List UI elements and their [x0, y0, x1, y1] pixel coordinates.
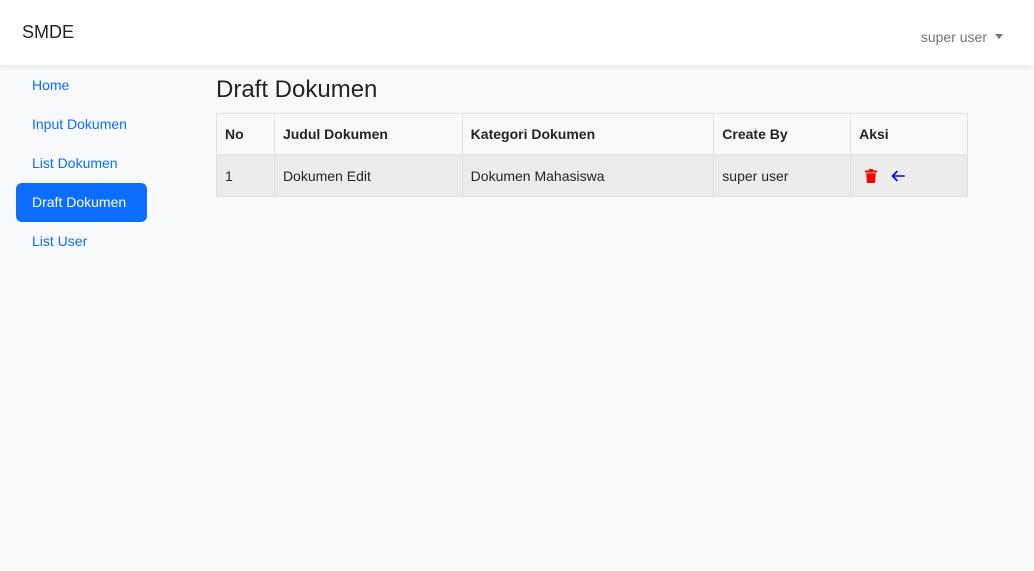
- header-judul: Judul Dokumen: [273, 113, 463, 155]
- cell-no: 1: [216, 154, 275, 197]
- user-menu-dropdown[interactable]: super user: [921, 29, 1003, 45]
- cell-kategori: Dokumen Mahasiswa: [461, 154, 715, 197]
- header-kategori: Kategori Dokumen: [461, 113, 715, 155]
- sidebar: Home Input Dokumen List Dokumen Draft Do…: [16, 66, 147, 261]
- cell-judul: Dokumen Edit: [273, 154, 463, 197]
- sidebar-item-list-user[interactable]: List User: [16, 222, 147, 261]
- page-title: Draft Dokumen: [216, 76, 378, 103]
- sidebar-item-home[interactable]: Home: [16, 66, 147, 105]
- cell-create-by: super user: [713, 154, 852, 197]
- arrow-left-icon[interactable]: [891, 170, 905, 182]
- user-menu-label: super user: [920, 29, 987, 45]
- sidebar-item-input-dokumen[interactable]: Input Dokumen: [16, 105, 147, 144]
- cell-aksi: [850, 154, 968, 197]
- header-no: No: [216, 113, 275, 155]
- header-aksi: Aksi: [850, 113, 968, 155]
- trash-icon[interactable]: [865, 168, 878, 183]
- table-row: 1 Dokumen Edit Dokumen Mahasiswa super u…: [216, 154, 968, 197]
- top-navbar: SMDE super user: [0, 0, 1034, 65]
- header-create-by: Create By: [713, 113, 852, 155]
- row-actions: [859, 168, 959, 183]
- sidebar-item-list-dokumen[interactable]: List Dokumen: [16, 144, 147, 183]
- caret-down-icon: [995, 33, 1003, 39]
- draft-table: No Judul Dokumen Kategori Dokumen Create…: [216, 113, 968, 197]
- sidebar-item-draft-dokumen[interactable]: Draft Dokumen: [16, 183, 147, 222]
- table-header-row: No Judul Dokumen Kategori Dokumen Create…: [216, 113, 968, 155]
- brand-logo[interactable]: SMDE: [22, 22, 74, 43]
